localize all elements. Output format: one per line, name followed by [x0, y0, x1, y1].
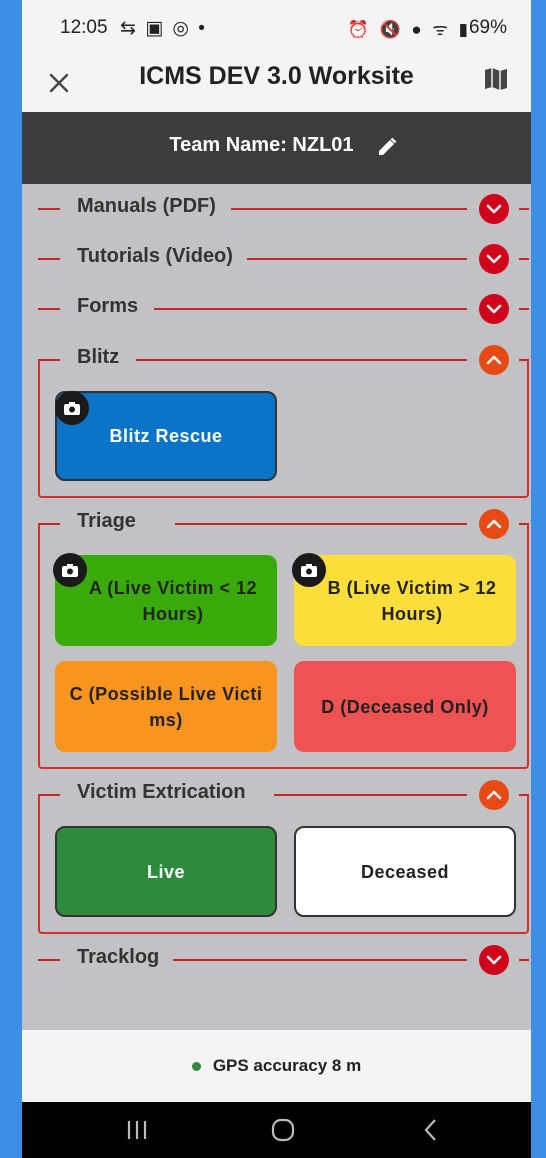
button-label: A (Live Victim < 12 Hours)	[88, 577, 258, 624]
divider	[38, 524, 40, 541]
extrication-panel: Live Deceased	[38, 795, 529, 934]
gps-accuracy-text: GPS accuracy 8 m	[212, 1056, 362, 1075]
section-label: Tracklog	[77, 946, 160, 968]
divider	[247, 258, 467, 260]
chevron-down-icon[interactable]	[479, 194, 509, 224]
section-label: Triage	[77, 510, 136, 532]
section-label: Victim Extrication	[77, 781, 246, 803]
app-bar: ICMS DEV 3.0 Worksite	[22, 56, 531, 112]
divider	[38, 359, 60, 361]
home-icon[interactable]	[268, 1116, 298, 1144]
divider	[519, 308, 529, 310]
divider	[527, 524, 529, 541]
section-label: Forms	[77, 295, 139, 317]
section-triage[interactable]: Triage	[38, 507, 531, 541]
button-label: Deceased	[360, 861, 450, 882]
team-bar: Team Name: NZL01	[22, 112, 531, 184]
battery-level: 69%	[468, 17, 507, 38]
blitz-panel: Blitz Rescue	[38, 360, 529, 498]
triage-panel: A (Live Victim < 12 Hours) B (Live Victi…	[38, 524, 529, 769]
back-icon[interactable]	[416, 1116, 446, 1144]
chevron-down-icon[interactable]	[479, 945, 509, 975]
divider	[173, 959, 467, 961]
system-nav-bar	[22, 1102, 531, 1158]
pencil-icon[interactable]	[376, 136, 400, 160]
divider	[527, 795, 529, 812]
divider	[38, 258, 60, 260]
divider	[38, 208, 60, 210]
button-label: Blitz Rescue	[109, 426, 223, 446]
notification-icons: ⇆ ▣ ◎ •	[120, 18, 207, 39]
gps-status-bar: GPS accuracy 8 m	[22, 1030, 531, 1102]
divider	[38, 959, 60, 961]
triage-c-button[interactable]: C (Possible Live Victi ms)	[55, 661, 277, 752]
section-label: Manuals (PDF)	[77, 195, 216, 217]
deceased-button[interactable]: Deceased	[294, 826, 516, 917]
section-tutorials[interactable]: Tutorials (Video)	[38, 242, 531, 276]
button-label: B (Live Victim > 12 Hours)	[327, 577, 497, 624]
section-forms[interactable]: Forms	[38, 292, 531, 326]
button-label: C (Possible Live Victi ms)	[69, 683, 263, 730]
camera-icon[interactable]	[292, 553, 326, 587]
recents-icon[interactable]	[122, 1116, 152, 1144]
live-button[interactable]: Live	[55, 826, 277, 917]
divider	[38, 308, 60, 310]
section-manuals[interactable]: Manuals (PDF)	[38, 192, 531, 226]
app-title: ICMS DEV 3.0 Worksite	[139, 62, 414, 90]
triage-d-button[interactable]: D (Deceased Only)	[294, 661, 516, 752]
chevron-up-icon[interactable]	[479, 780, 509, 810]
divider	[527, 360, 529, 377]
section-label: Tutorials (Video)	[77, 245, 233, 267]
section-extrication[interactable]: Victim Extrication	[38, 778, 531, 812]
team-name: Team Name: NZL01	[169, 134, 354, 156]
divider	[175, 523, 467, 525]
system-icons: ⏰ 🔇 ● ᯤ ▮	[347, 20, 471, 39]
divider	[38, 360, 40, 377]
divider	[38, 795, 40, 812]
section-tracklog[interactable]: Tracklog	[38, 943, 531, 977]
button-label: D (Deceased Only)	[321, 696, 489, 717]
camera-icon[interactable]	[53, 553, 87, 587]
divider	[274, 794, 467, 796]
button-label: Live	[146, 861, 186, 882]
triage-a-button[interactable]: A (Live Victim < 12 Hours)	[53, 553, 277, 646]
divider	[136, 359, 467, 361]
chevron-down-icon[interactable]	[479, 294, 509, 324]
status-bar: 12:05 ⇆ ▣ ◎ • ⏰ 🔇 ● ᯤ ▮ 69%	[22, 0, 531, 56]
divider	[154, 308, 467, 310]
section-label: Blitz	[77, 346, 120, 368]
gps-status-dot	[191, 1061, 201, 1071]
divider	[38, 794, 60, 796]
app-screen: 12:05 ⇆ ▣ ◎ • ⏰ 🔇 ● ᯤ ▮ 69% ICMS DEV 3.0…	[22, 0, 531, 1158]
divider	[519, 208, 529, 210]
chevron-down-icon[interactable]	[479, 244, 509, 274]
divider	[231, 208, 467, 210]
status-time: 12:05	[60, 17, 108, 38]
chevron-up-icon[interactable]	[479, 345, 509, 375]
section-blitz[interactable]: Blitz	[38, 343, 531, 377]
map-icon[interactable]	[483, 66, 513, 96]
divider	[519, 959, 529, 961]
divider	[519, 258, 529, 260]
triage-b-button[interactable]: B (Live Victim > 12 Hours)	[292, 553, 516, 646]
divider	[38, 523, 60, 525]
chevron-up-icon[interactable]	[479, 509, 509, 539]
camera-icon[interactable]	[55, 391, 89, 425]
blitz-rescue-button[interactable]: Blitz Rescue	[55, 391, 277, 481]
